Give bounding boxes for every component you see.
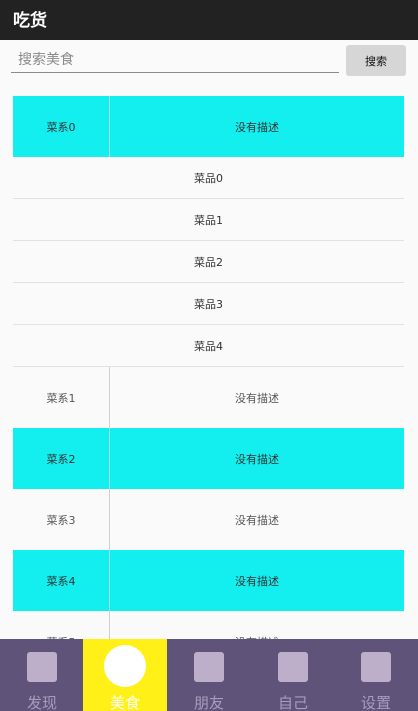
nav-tab-label: 设置 xyxy=(360,694,391,711)
category-description: 没有描述 xyxy=(110,611,404,640)
category-description: 没有描述 xyxy=(235,120,279,134)
nav-tab-label: 自己 xyxy=(277,694,308,711)
nav-tab-label: 朋友 xyxy=(193,694,224,711)
food-icon xyxy=(104,645,146,687)
dish-row[interactable]: 菜品3 xyxy=(13,283,404,325)
nav-tab-food[interactable]: 美食 xyxy=(83,639,167,711)
dish-row[interactable]: 菜品0 xyxy=(13,157,404,199)
category-name: 菜系0 xyxy=(13,96,110,157)
bottom-nav: 发现 美食 朋友 自己 设置 xyxy=(0,639,418,711)
category-row[interactable]: 菜系3 没有描述 xyxy=(13,489,404,550)
self-icon xyxy=(278,652,308,682)
category-row[interactable]: 菜系4 没有描述 xyxy=(13,550,404,611)
nav-tab-settings[interactable]: 设置 xyxy=(334,639,418,711)
category-name: 菜系1 xyxy=(13,367,110,428)
category-name: 菜系5 xyxy=(13,611,110,639)
category-description: 没有描述 xyxy=(235,513,279,527)
category-description: 没有描述 xyxy=(235,452,279,466)
category-name: 菜系3 xyxy=(13,489,110,550)
dish-row[interactable]: 菜品1 xyxy=(13,199,404,241)
discover-icon xyxy=(27,652,57,682)
dish-row[interactable]: 菜品4 xyxy=(13,325,404,367)
category-row[interactable]: 菜系1 没有描述 xyxy=(13,367,404,428)
search-input[interactable] xyxy=(11,47,339,73)
category-description: 没有描述 xyxy=(235,391,279,405)
category-name: 菜系4 xyxy=(13,550,110,611)
nav-tab-friends[interactable]: 朋友 xyxy=(167,639,251,711)
category-description: 没有描述 xyxy=(235,574,279,588)
dish-row[interactable]: 菜品2 xyxy=(13,241,404,283)
friends-icon xyxy=(194,652,224,682)
search-button[interactable]: 搜索 xyxy=(346,45,406,76)
app-bar: 吃货 xyxy=(0,0,418,40)
category-list[interactable]: 菜系0 没有描述 菜品0 菜品1 菜品2 菜品3 菜品4 菜系1 没有描述 菜系… xyxy=(13,96,404,639)
category-row[interactable]: 菜系2 没有描述 xyxy=(13,428,404,489)
nav-tab-label: 发现 xyxy=(26,694,57,711)
app-title: 吃货 xyxy=(13,11,47,31)
nav-tab-discover[interactable]: 发现 xyxy=(0,639,84,711)
category-row[interactable]: 菜系0 没有描述 xyxy=(13,96,404,157)
settings-icon xyxy=(361,652,391,682)
category-name: 菜系2 xyxy=(13,428,110,489)
nav-tab-label: 美食 xyxy=(109,694,140,711)
category-row[interactable]: 菜系5 没有描述 xyxy=(13,611,404,639)
nav-tab-self[interactable]: 自己 xyxy=(251,639,335,711)
